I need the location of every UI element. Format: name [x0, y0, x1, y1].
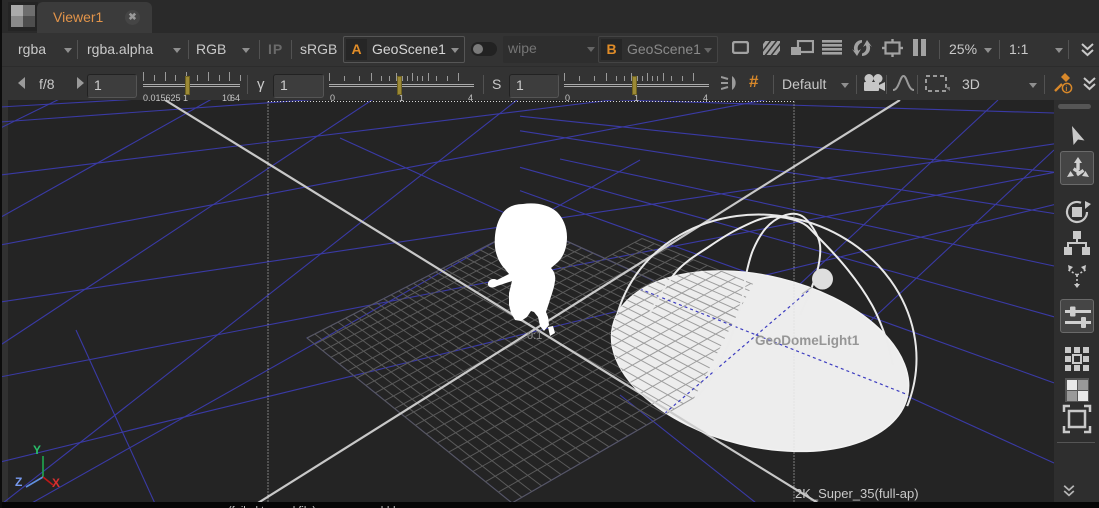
svg-text:X: X — [52, 476, 60, 490]
svg-text:0:1: 0:1 — [527, 330, 542, 342]
svg-text:2K_Super_35(full-ap): 2K_Super_35(full-ap) — [795, 486, 919, 501]
svg-text:i: i — [1065, 86, 1067, 93]
svg-text:GeoDomeLight1: GeoDomeLight1 — [755, 333, 860, 348]
svg-text:Y: Y — [33, 443, 41, 457]
svg-text:Z: Z — [15, 475, 22, 489]
